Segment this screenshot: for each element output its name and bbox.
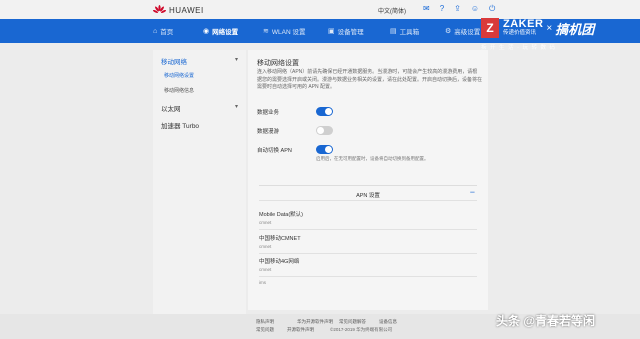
sidebar-group-mobile-network[interactable]: 移动网络 <box>161 56 187 66</box>
data-service-label: 数据业务 <box>257 110 280 116</box>
sidebar-item-mobile-network-info[interactable]: 移动网络信息 <box>164 87 194 94</box>
chat-icon[interactable]: ✉ <box>423 4 430 14</box>
footer-link-privacy[interactable]: 隐私声明 <box>256 319 274 325</box>
apn-value: ims <box>259 280 266 285</box>
toggle-knob <box>317 127 324 134</box>
huawei-logo-icon <box>153 5 166 15</box>
section-description: 连入移动网络（APN）前请先确保已经开通数据服务。当漫游时，可能会产生较高的漫游… <box>257 69 483 90</box>
devices-icon: ▣ <box>328 28 335 35</box>
header-icons: ✉ ? ⇪ ☺ ⏻ <box>423 4 495 14</box>
apn-value: cmnet <box>259 267 272 272</box>
network-icon: ◉ <box>203 28 210 35</box>
language-select[interactable]: 中文(简体) <box>378 6 406 15</box>
page-title: 移动网络设置 <box>257 60 299 67</box>
nav-advanced-label: 高级设置 <box>454 29 481 36</box>
toggle-knob <box>325 108 332 115</box>
data-roaming-toggle[interactable] <box>316 126 333 135</box>
nav-network-label: 网络设置 <box>212 29 239 36</box>
main-panel: 移动网络设置 连入移动网络（APN）前请先确保已经开通数据服务。当漫游时，可能会… <box>248 50 488 310</box>
nav-wlan-label: WLAN 设置 <box>271 29 306 36</box>
nav-toolbox[interactable]: ▤ 工具箱 <box>390 19 419 43</box>
nav-toolbox-label: 工具箱 <box>399 29 420 36</box>
watermark-times: × <box>546 22 553 34</box>
apn-list-item[interactable]: 中国移动4G网络 cmnet <box>259 257 477 277</box>
apn-list-item[interactable]: Mobile Data(默认) cmnet <box>259 210 477 230</box>
apn-name: Mobile Data(默认) <box>259 212 304 218</box>
apn-value: cmnet <box>259 220 272 225</box>
nav-wlan-settings[interactable]: ≋ WLAN 设置 <box>263 19 305 43</box>
sidebar-item-mobile-network-settings[interactable]: 移动网络设置 <box>164 72 194 79</box>
zaker-slogan: 传递价值资讯 <box>503 30 537 36</box>
apn-section-title: APN 设置 <box>356 193 380 199</box>
gear-icon: ⚙ <box>445 28 452 35</box>
nav-home[interactable]: ⌂ 首页 <box>153 19 173 43</box>
footer-link-device-info[interactable]: 设备信息 <box>379 319 397 325</box>
user-icon[interactable]: ☺ <box>471 4 479 14</box>
apn-section-header[interactable]: APN 设置 − <box>259 185 477 201</box>
footer-link-open-source[interactable]: 华为开源软件声明 <box>297 319 333 325</box>
data-roaming-label: 数据漫游 <box>257 129 280 135</box>
watermark-tagline: 拆 开 生 活 · 玩 转 数 码 <box>481 45 557 51</box>
watermark-partner: 搞机团 <box>555 21 595 37</box>
sidebar-group-ethernet[interactable]: 以太网 <box>161 103 181 113</box>
auto-apn-hint: 启用后，在无可用配置时，设备将自动切换到备用配置。 <box>316 156 429 161</box>
toolbox-icon: ▤ <box>390 28 397 35</box>
nav-network-settings[interactable]: ◉ 网络设置 <box>203 19 238 43</box>
watermark-credit: 头条 @青春若等闲 <box>496 314 596 328</box>
nav-devices-label: 设备管理 <box>337 29 364 36</box>
brand-name: HUAWEI <box>169 5 204 15</box>
footer-link-oss-notice[interactable]: 开源软件声明 <box>287 327 314 333</box>
wifi-icon: ≋ <box>263 28 269 35</box>
home-icon: ⌂ <box>153 27 158 35</box>
upload-icon[interactable]: ⇪ <box>454 4 461 14</box>
nav-device-management[interactable]: ▣ 设备管理 <box>328 19 364 43</box>
copyright: ©2017-2019 华为终端有限公司 <box>330 327 393 332</box>
chevron-down-icon[interactable]: ▾ <box>235 56 238 63</box>
collapse-icon[interactable]: − <box>470 187 475 197</box>
sidebar-group-turbo[interactable]: 加速器 Turbo <box>161 120 199 130</box>
logout-icon[interactable]: ⏻ <box>489 4 495 14</box>
data-service-toggle[interactable] <box>316 107 333 116</box>
apn-list-item[interactable]: 中国移动CMNET cmnet <box>259 234 477 254</box>
apn-value: cmnet <box>259 244 272 249</box>
footer-link-faq[interactable]: 常见问题解答 <box>339 319 366 325</box>
zaker-watermark: Z ZAKER 传递价值资讯 × 搞机团 <box>481 17 617 39</box>
nav-advanced-settings[interactable]: ⚙ 高级设置 <box>445 19 480 43</box>
footer-link-help[interactable]: 常见问题 <box>256 327 274 333</box>
auto-apn-label: 自动切换 APN <box>257 148 292 154</box>
auto-apn-toggle[interactable] <box>316 145 333 154</box>
zaker-logo-icon: Z <box>481 18 499 38</box>
nav-home-label: 首页 <box>160 29 174 36</box>
apn-name: 中国移动4G网络 <box>259 259 300 265</box>
apn-list-item[interactable]: ims <box>259 278 477 292</box>
chevron-down-icon[interactable]: ▾ <box>235 103 238 110</box>
sidebar: 移动网络 ▾ 移动网络设置 移动网络信息 以太网 ▾ 加速器 Turbo <box>153 50 246 314</box>
brand-logo[interactable]: HUAWEI <box>153 5 204 15</box>
help-icon[interactable]: ? <box>440 4 444 14</box>
zaker-brand: ZAKER <box>503 18 544 30</box>
apn-name: 中国移动CMNET <box>259 236 301 242</box>
toggle-knob <box>325 146 332 153</box>
zaker-wordmark: ZAKER 传递价值资讯 <box>503 19 543 37</box>
